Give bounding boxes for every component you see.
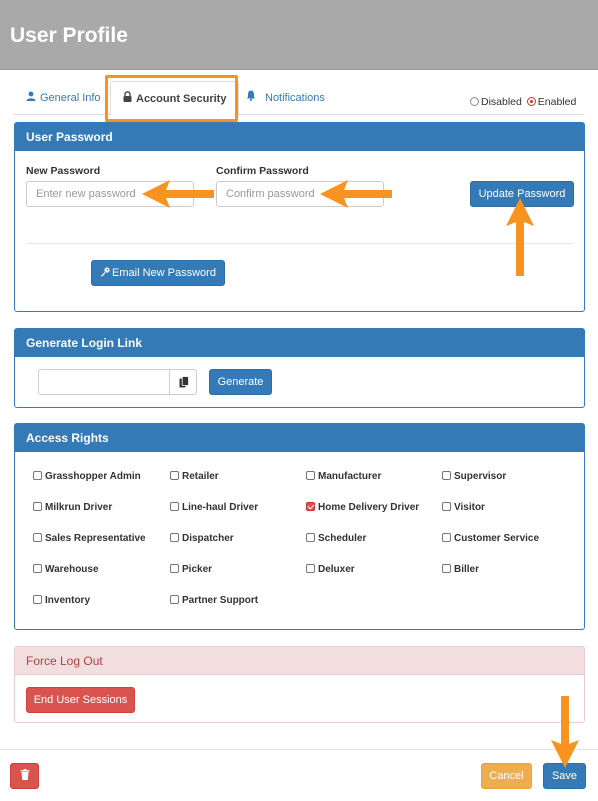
email-button-label: Email New Password: [112, 267, 216, 279]
access-right-item[interactable]: Scheduler: [306, 533, 366, 544]
access-right-item[interactable]: Biller: [442, 564, 479, 575]
checkbox[interactable]: [33, 471, 42, 480]
copy-button[interactable]: [169, 369, 197, 395]
copy-icon: [179, 376, 189, 391]
tab-label: General Info: [40, 92, 101, 104]
access-right-label: Inventory: [45, 595, 91, 606]
force-logout-panel: Force Log Out End User Sessions: [14, 646, 585, 723]
divider: [27, 243, 572, 244]
tab-account-security[interactable]: Account Security: [110, 81, 240, 116]
access-right-item[interactable]: Customer Service: [442, 533, 539, 544]
account-status-toggle: Disabled Enabled: [470, 96, 576, 108]
access-right-label: Milkrun Driver: [45, 502, 113, 513]
access-right-label: Biller: [454, 564, 480, 575]
access-right-item[interactable]: Retailer: [170, 471, 219, 482]
access-right-item[interactable]: Home Delivery Driver: [306, 502, 419, 513]
panel-heading: Generate Login Link: [15, 329, 584, 357]
checkbox[interactable]: [306, 564, 315, 573]
access-right-item[interactable]: Partner Support: [170, 595, 258, 606]
footer-divider: [0, 749, 598, 750]
checkbox-checked[interactable]: [306, 502, 315, 511]
access-rights-panel: Access Rights Grasshopper Admin Retailer M…: [14, 423, 585, 630]
disabled-radio[interactable]: [470, 97, 479, 106]
disabled-label: Disabled: [481, 96, 522, 108]
checkbox[interactable]: [170, 564, 179, 573]
checkbox[interactable]: [442, 471, 451, 480]
new-password-label: New Password: [26, 165, 101, 177]
confirm-password-input[interactable]: [216, 181, 384, 207]
confirm-password-label: Confirm Password: [216, 165, 309, 177]
lock-icon: [123, 82, 132, 116]
access-right-label: Scheduler: [318, 533, 367, 544]
new-password-input[interactable]: [26, 181, 194, 207]
key-icon: [100, 262, 110, 286]
modal-header: User Profile: [0, 0, 598, 70]
save-button[interactable]: Save: [543, 763, 586, 789]
access-right-label: Home Delivery Driver: [318, 502, 420, 513]
access-right-label: Manufacturer: [318, 471, 382, 482]
enabled-label: Enabled: [537, 96, 577, 108]
access-right-item[interactable]: Line-haul Driver: [170, 502, 258, 513]
email-new-password-button[interactable]: Email New Password: [91, 260, 225, 286]
delete-user-button[interactable]: [10, 763, 39, 789]
checkbox[interactable]: [170, 533, 179, 542]
access-right-item[interactable]: Sales Representative: [33, 533, 146, 544]
login-link-input[interactable]: [38, 369, 170, 395]
panel-heading: Access Rights: [15, 424, 584, 452]
checkbox[interactable]: [170, 471, 179, 480]
user-password-panel: User Password New Password Confirm Passw…: [14, 122, 585, 312]
access-right-label: Partner Support: [182, 595, 259, 606]
access-right-label: Picker: [182, 564, 213, 575]
access-right-label: Warehouse: [45, 564, 99, 575]
tab-label: Notifications: [265, 92, 325, 104]
checkbox[interactable]: [442, 564, 451, 573]
panel-heading: User Password: [15, 123, 584, 151]
panel-heading: Force Log Out: [15, 647, 584, 675]
access-right-label: Sales Representative: [45, 533, 146, 544]
cancel-button[interactable]: Cancel: [481, 763, 532, 789]
access-right-label: Supervisor: [454, 471, 507, 482]
access-right-item[interactable]: Visitor: [442, 502, 485, 513]
checkbox[interactable]: [33, 595, 42, 604]
access-right-item[interactable]: Picker: [170, 564, 212, 575]
checkbox[interactable]: [33, 533, 42, 542]
access-right-item[interactable]: Milkrun Driver: [33, 502, 112, 513]
access-right-label: Line-haul Driver: [182, 502, 259, 513]
bell-icon: [246, 81, 256, 115]
end-user-sessions-button[interactable]: End User Sessions: [26, 687, 135, 713]
page-title: User Profile: [10, 24, 128, 47]
checkbox[interactable]: [33, 564, 42, 573]
tab-notifications[interactable]: Notifications: [246, 81, 325, 115]
access-right-item[interactable]: Dispatcher: [170, 533, 234, 544]
checkbox[interactable]: [170, 595, 179, 604]
checkbox[interactable]: [33, 502, 42, 511]
checkbox[interactable]: [306, 533, 315, 542]
trash-icon: [20, 765, 30, 789]
access-right-label: Grasshopper Admin: [45, 471, 141, 482]
access-right-item[interactable]: Manufacturer: [306, 471, 381, 482]
tab-general-info[interactable]: General Info: [26, 81, 101, 115]
access-right-label: Deluxer: [318, 564, 355, 575]
user-icon: [26, 81, 36, 115]
access-right-label: Customer Service: [454, 533, 540, 544]
update-password-button[interactable]: Update Password: [470, 181, 574, 207]
tab-label: Account Security: [136, 93, 227, 105]
access-right-item[interactable]: Inventory: [33, 595, 90, 606]
access-right-item[interactable]: Grasshopper Admin: [33, 471, 141, 482]
access-right-label: Retailer: [182, 471, 219, 482]
generate-login-link-panel: Generate Login Link Generate: [14, 328, 585, 408]
access-right-label: Visitor: [454, 502, 485, 513]
checkbox[interactable]: [170, 502, 179, 511]
enabled-radio[interactable]: [526, 97, 536, 106]
checkbox[interactable]: [306, 471, 315, 480]
access-right-label: Dispatcher: [182, 533, 234, 544]
generate-button[interactable]: Generate: [209, 369, 272, 395]
checkbox[interactable]: [442, 533, 451, 542]
access-right-item[interactable]: Warehouse: [33, 564, 99, 575]
checkbox[interactable]: [442, 502, 451, 511]
access-right-item[interactable]: Deluxer: [306, 564, 355, 575]
access-right-item[interactable]: Supervisor: [442, 471, 506, 482]
